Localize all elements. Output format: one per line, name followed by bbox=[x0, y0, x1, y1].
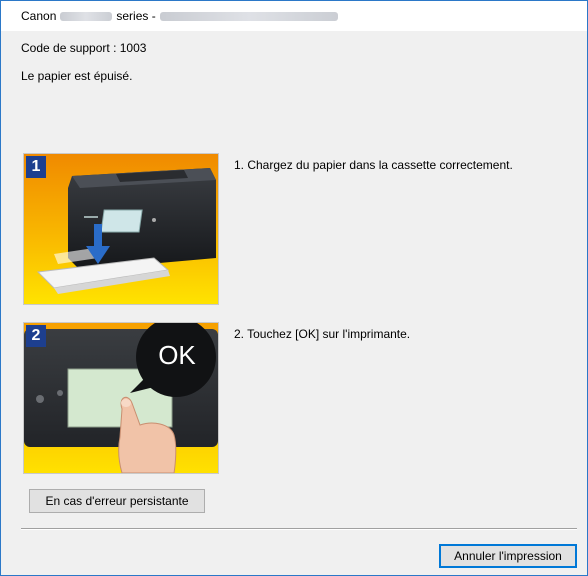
printer-loading-paper-image bbox=[24, 154, 218, 304]
step-1-number-badge: 1 bbox=[31, 158, 41, 175]
persistent-error-button[interactable]: En cas d'erreur persistante bbox=[29, 489, 205, 513]
footer-divider bbox=[21, 528, 577, 530]
title-bar[interactable]: Canon series - bbox=[1, 1, 587, 31]
step-2-illustration: 2 OK bbox=[23, 322, 219, 474]
step-1-instruction: 1. Chargez du papier dans la cassette co… bbox=[234, 158, 513, 172]
step-1-illustration: 1 bbox=[23, 153, 219, 305]
redacted-printer-name bbox=[159, 11, 338, 21]
support-code-text: Code de support : 1003 bbox=[21, 41, 147, 55]
error-description-text: Le papier est épuisé. bbox=[21, 69, 133, 83]
step-2-number-badge: 2 bbox=[31, 327, 41, 344]
error-dialog-window: Canon series - Code de support : 1003 Le… bbox=[0, 0, 588, 576]
window-title-prefix: Canon bbox=[21, 9, 57, 23]
dialog-content: Code de support : 1003 Le papier est épu… bbox=[1, 31, 587, 575]
cancel-print-button[interactable]: Annuler l'impression bbox=[439, 544, 577, 568]
window-title-middle: series - bbox=[116, 9, 156, 23]
ok-label-in-illustration: OK bbox=[158, 339, 196, 370]
redacted-model-name bbox=[60, 11, 113, 21]
step-2-instruction: 2. Touchez [OK] sur l'imprimante. bbox=[234, 327, 411, 341]
